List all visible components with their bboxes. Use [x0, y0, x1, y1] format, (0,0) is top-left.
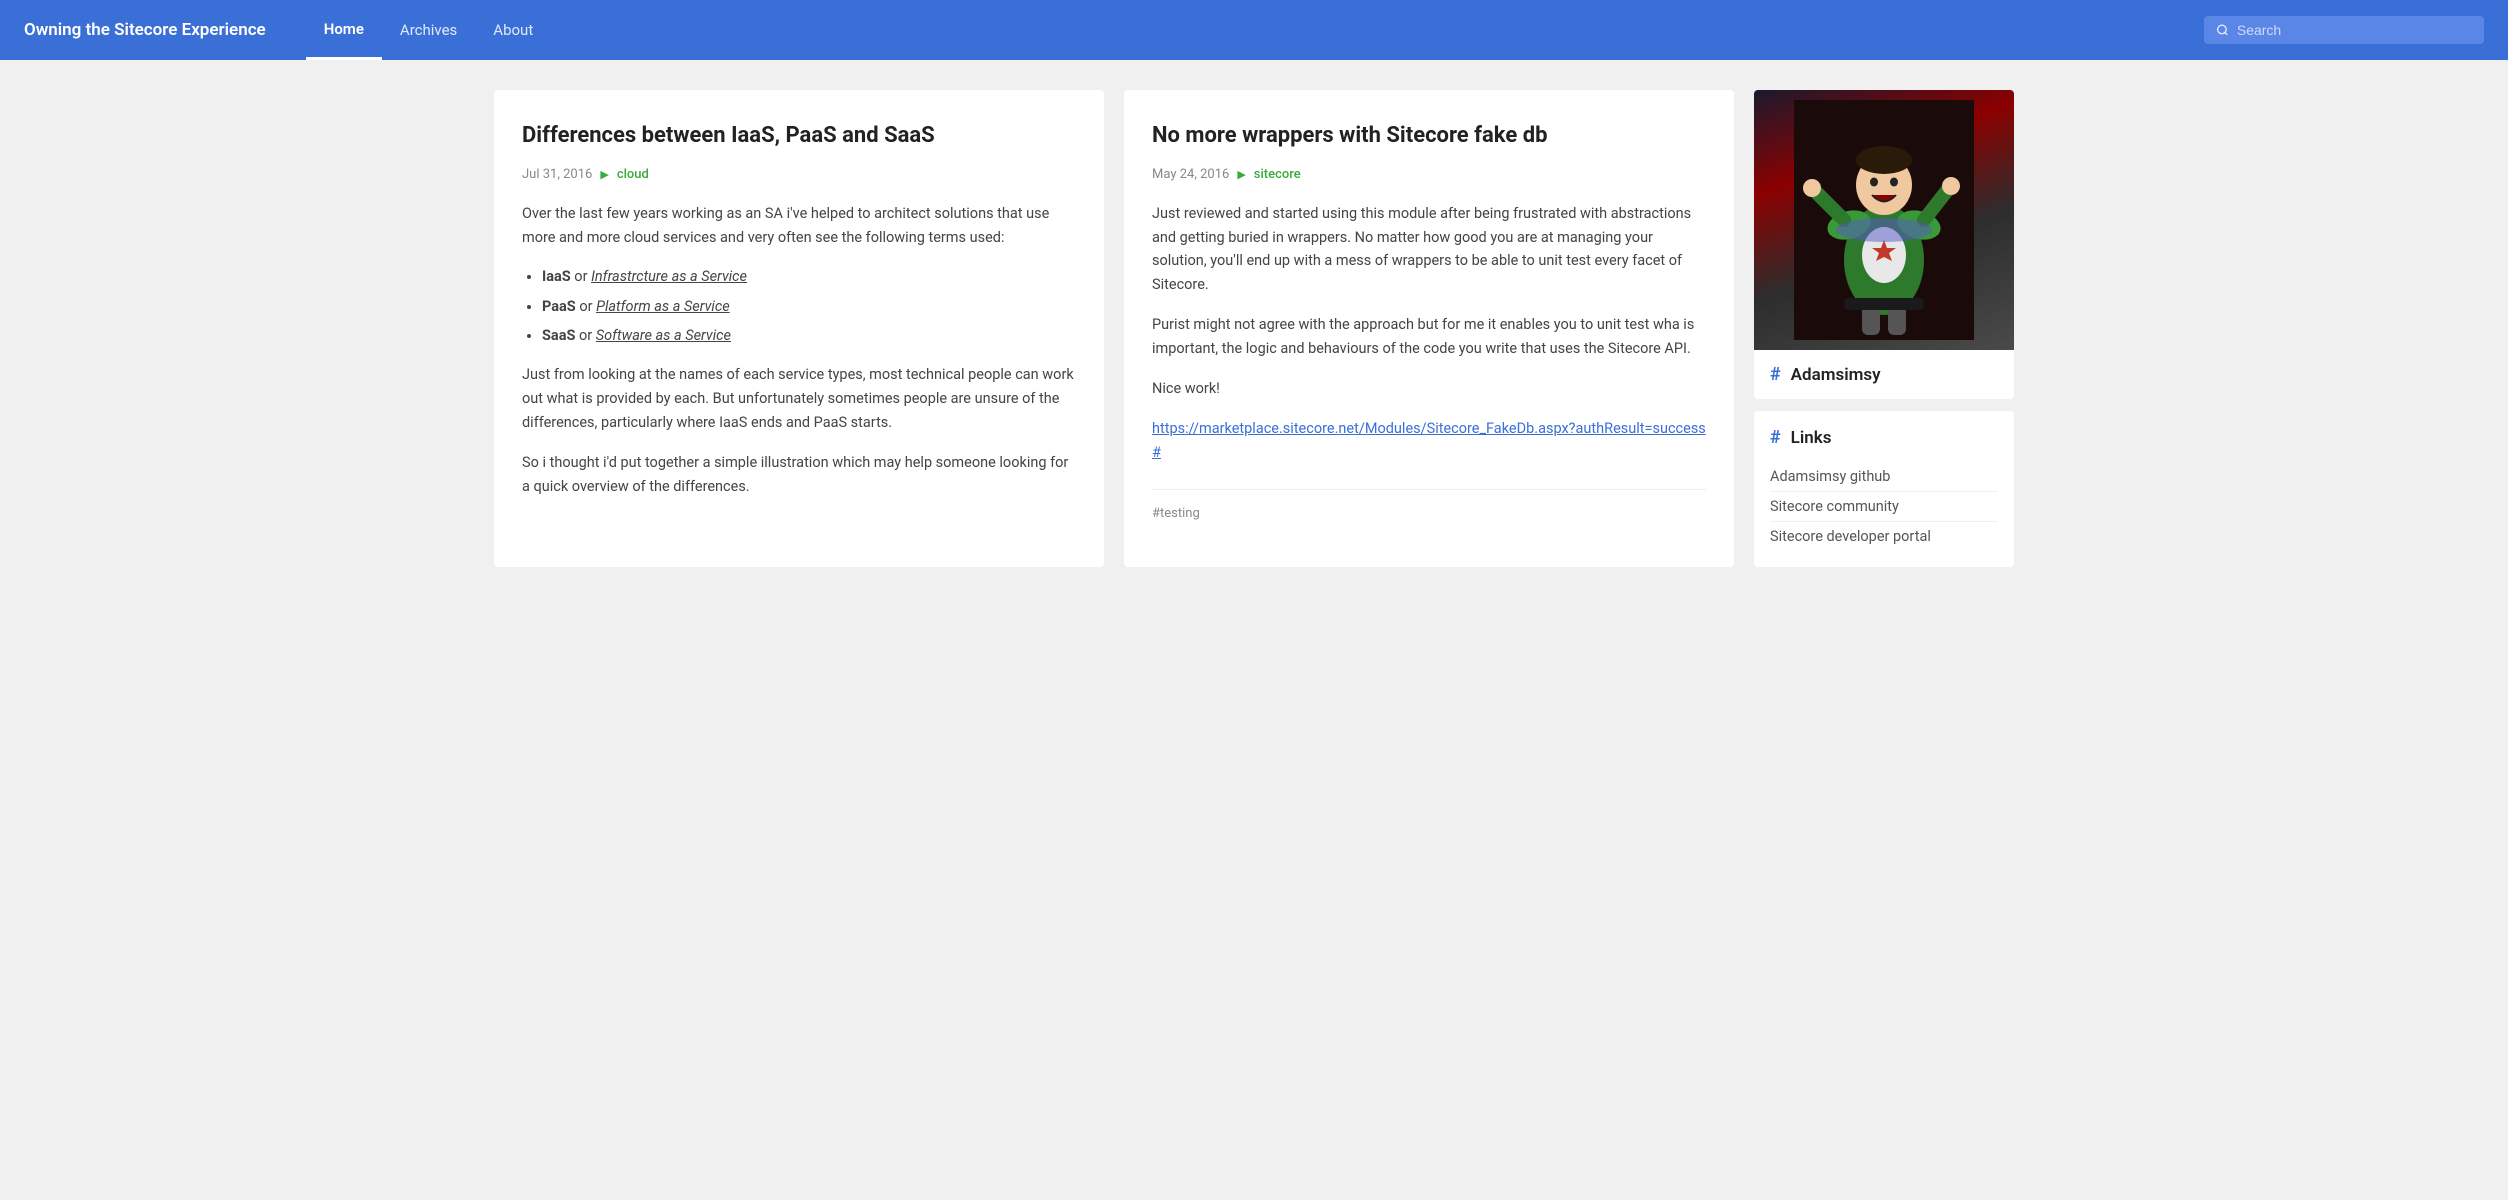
card-1-para-3: Just from looking at the names of each s…	[522, 363, 1076, 435]
card-1-arrow: ▶	[600, 168, 608, 181]
sidebar-link-2[interactable]: Sitecore community	[1770, 492, 1998, 522]
card-1: Differences between IaaS, PaaS and SaaS …	[494, 90, 1104, 567]
sidebar-username: Adamsimsy	[1791, 365, 1881, 385]
sidebar-link-3[interactable]: Sitecore developer portal	[1770, 522, 1998, 551]
card-1-title: Differences between IaaS, PaaS and SaaS	[522, 122, 1076, 151]
card-2-meta: May 24, 2016 ▶ sitecore	[1152, 167, 1706, 182]
page-body: Differences between IaaS, PaaS and SaaS …	[474, 60, 2034, 597]
card-2: No more wrappers with Sitecore fake db M…	[1124, 90, 1734, 567]
list-item: IaaS or Infrastrcture as a Service	[542, 265, 1076, 288]
card-1-date: Jul 31, 2016	[522, 167, 592, 182]
card-2-tag[interactable]: sitecore	[1254, 167, 1301, 182]
card-1-body: Over the last few years working as an SA…	[522, 202, 1076, 499]
card-2-para-3: Nice work!	[1152, 377, 1706, 401]
sidebar-links-title: Links	[1791, 428, 1832, 448]
sidebar-hash: #	[1770, 364, 1781, 385]
nav-home[interactable]: Home	[306, 0, 382, 60]
search-input[interactable]	[2237, 22, 2472, 38]
sidebar-links-box: # Links Adamsimsy github Sitecore commun…	[1754, 411, 2014, 567]
card-2-footer-tag: #testing	[1152, 506, 1200, 521]
card-1-list: IaaS or Infrastrcture as a Service PaaS …	[542, 265, 1076, 347]
card-1-tag[interactable]: cloud	[617, 167, 649, 182]
card-1-para-4: So i thought i'd put together a simple i…	[522, 451, 1076, 499]
avatar-svg	[1794, 100, 1974, 340]
sidebar-links-hash: #	[1770, 427, 1781, 448]
cards-area: Differences between IaaS, PaaS and SaaS …	[494, 90, 1734, 567]
site-brand: Owning the Sitecore Experience	[24, 20, 266, 40]
card-1-para-1: Over the last few years working as an SA…	[522, 202, 1076, 250]
card-2-para-2: Purist might not agree with the approach…	[1152, 313, 1706, 361]
card-2-date: May 24, 2016	[1152, 167, 1229, 182]
sidebar: # Adamsimsy # Links Adamsimsy github Sit…	[1754, 90, 2014, 567]
card-2-para-1: Just reviewed and started using this mod…	[1152, 202, 1706, 298]
nav-about[interactable]: About	[475, 0, 551, 60]
card-1-meta: Jul 31, 2016 ▶ cloud	[522, 167, 1076, 182]
card-2-title: No more wrappers with Sitecore fake db	[1152, 122, 1706, 151]
nav-archives[interactable]: Archives	[382, 0, 475, 60]
avatar-image	[1754, 90, 2014, 350]
list-item: SaaS or Software as a Service	[542, 324, 1076, 347]
card-2-link[interactable]: https://marketplace.sitecore.net/Modules…	[1152, 420, 1706, 461]
sidebar-links-header: # Links	[1770, 427, 1998, 448]
card-2-arrow: ▶	[1237, 168, 1245, 181]
main-nav: Owning the Sitecore Experience Home Arch…	[0, 0, 2508, 60]
list-item: PaaS or Platform as a Service	[542, 295, 1076, 318]
sidebar-username-box: # Adamsimsy	[1754, 350, 2014, 399]
search-box	[2204, 16, 2484, 44]
sidebar-link-1[interactable]: Adamsimsy github	[1770, 462, 1998, 492]
sidebar-avatar	[1754, 90, 2014, 350]
nav-links: Home Archives About	[306, 0, 2204, 60]
card-2-footer: #testing	[1152, 489, 1706, 521]
card-2-body: Just reviewed and started using this mod…	[1152, 202, 1706, 465]
search-icon	[2216, 23, 2229, 37]
